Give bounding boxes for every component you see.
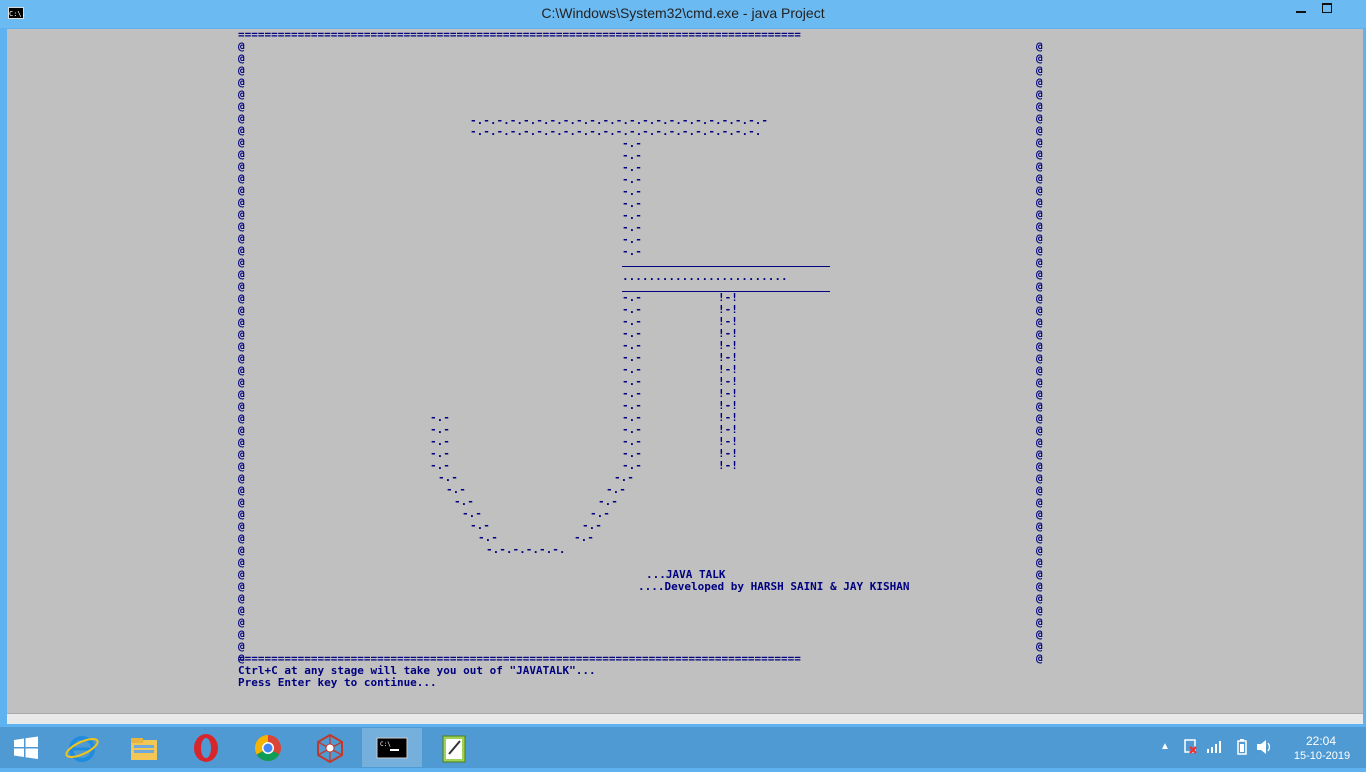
title-bar[interactable]: C:\. C:\Windows\System32\cmd.exe - java … [0, 0, 1366, 28]
file-explorer-icon [124, 730, 164, 771]
horizontal-scrollbar[interactable] [7, 713, 1363, 724]
taskbar-opera-button[interactable] [176, 728, 236, 767]
logo-t-crossbar: ......................... [622, 270, 788, 283]
taskbar-network-app-button[interactable] [300, 728, 360, 767]
logo-t-stem: !-! [718, 459, 738, 472]
logo-top-bar: -.-.-.-.-.-.-.-.-.-.-.-.-.-.-.-.-.-.-.-.… [470, 125, 762, 138]
battery-icon[interactable] [1236, 738, 1248, 759]
window-title: C:\Windows\System32\cmd.exe - java Proje… [541, 5, 825, 21]
maximize-icon [1322, 3, 1332, 13]
internet-explorer-icon [62, 730, 102, 771]
network-signal-icon[interactable] [1206, 738, 1224, 757]
taskbar-text-editor-button[interactable] [424, 728, 484, 767]
continue-prompt-text: Press Enter key to continue... [238, 676, 437, 689]
frame-right-border: @ [1036, 652, 1043, 665]
credits-text: ....Developed by HARSH SAINI & JAY KISHA… [638, 580, 910, 593]
logo-j-hook: -.-.-.-.-.-. [486, 543, 566, 556]
volume-icon[interactable] [1256, 738, 1272, 759]
text-editor-icon [434, 730, 474, 771]
clock-time[interactable]: 22:04 [1298, 734, 1344, 748]
command-prompt-icon: C:\ [372, 730, 412, 771]
chrome-icon [248, 730, 288, 771]
start-button[interactable] [0, 728, 52, 767]
logo-t-crossbar-line [622, 266, 830, 267]
minimize-icon [1296, 11, 1306, 13]
clock-date[interactable]: 15-10-2019 [1290, 750, 1354, 762]
frame-top-border: ========================================… [238, 28, 801, 41]
svg-text:C:\: C:\ [380, 741, 391, 748]
logo-j-stem: -.- [622, 245, 642, 258]
close-button[interactable] [1338, 0, 1366, 22]
taskbar-file-explorer-button[interactable] [114, 728, 174, 767]
action-center-icon[interactable] [1182, 738, 1198, 757]
show-hidden-icons-button[interactable]: ▲ [1160, 741, 1170, 752]
taskbar-chrome-button[interactable] [238, 728, 298, 767]
opera-icon [186, 730, 226, 771]
network-app-icon [310, 730, 350, 771]
windows-logo-icon [14, 736, 38, 759]
taskbar-internet-explorer-button[interactable] [52, 728, 112, 767]
logo-j-hook: -.- [574, 531, 594, 544]
taskbar-command-prompt-button[interactable]: C:\ [362, 728, 422, 767]
